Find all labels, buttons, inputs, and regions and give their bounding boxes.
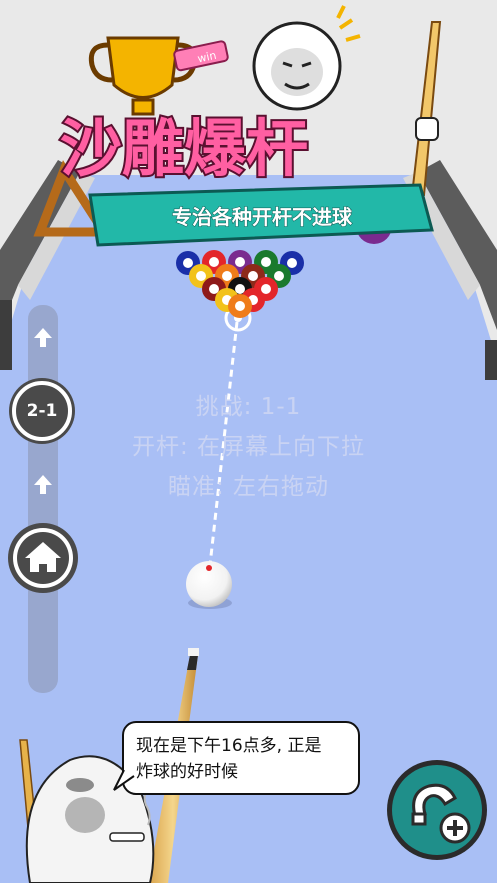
arrow-up-icon[interactable] bbox=[30, 472, 56, 498]
home-icon bbox=[8, 523, 78, 593]
speech-bubble: 现在是下午16点多, 正是 炸球的好时候 bbox=[122, 721, 360, 795]
meme-face-ball bbox=[252, 5, 361, 111]
break-instruction: 开杆: 在屏幕上向下拉 bbox=[131, 434, 366, 460]
speech-bubble-tail bbox=[113, 770, 135, 791]
game-screen: 沙雕爆杆 专治各种开杆不进球 win 挑战: 1-1 开杆: 在屏幕上向下拉 瞄… bbox=[0, 0, 497, 883]
home-button[interactable] bbox=[5, 520, 81, 596]
title-text: 沙雕爆杆 bbox=[60, 112, 308, 185]
game-title: 沙雕爆杆 bbox=[58, 110, 310, 187]
speech-line-2: 炸球的好时候 bbox=[136, 762, 238, 782]
challenge-text: 挑战: 1-1 bbox=[195, 394, 302, 420]
speech-line-1: 现在是下午16点多, 正是 bbox=[136, 736, 322, 756]
level-badge[interactable]: 2-1 bbox=[12, 381, 72, 441]
arrow-up-icon[interactable] bbox=[30, 325, 56, 351]
banner-text: 专治各种开杆不进球 bbox=[172, 205, 353, 229]
aim-instruction: 瞄准: 左右拖动 bbox=[167, 474, 330, 500]
magnet-plus-icon bbox=[387, 760, 487, 860]
magnet-button[interactable] bbox=[385, 758, 489, 862]
